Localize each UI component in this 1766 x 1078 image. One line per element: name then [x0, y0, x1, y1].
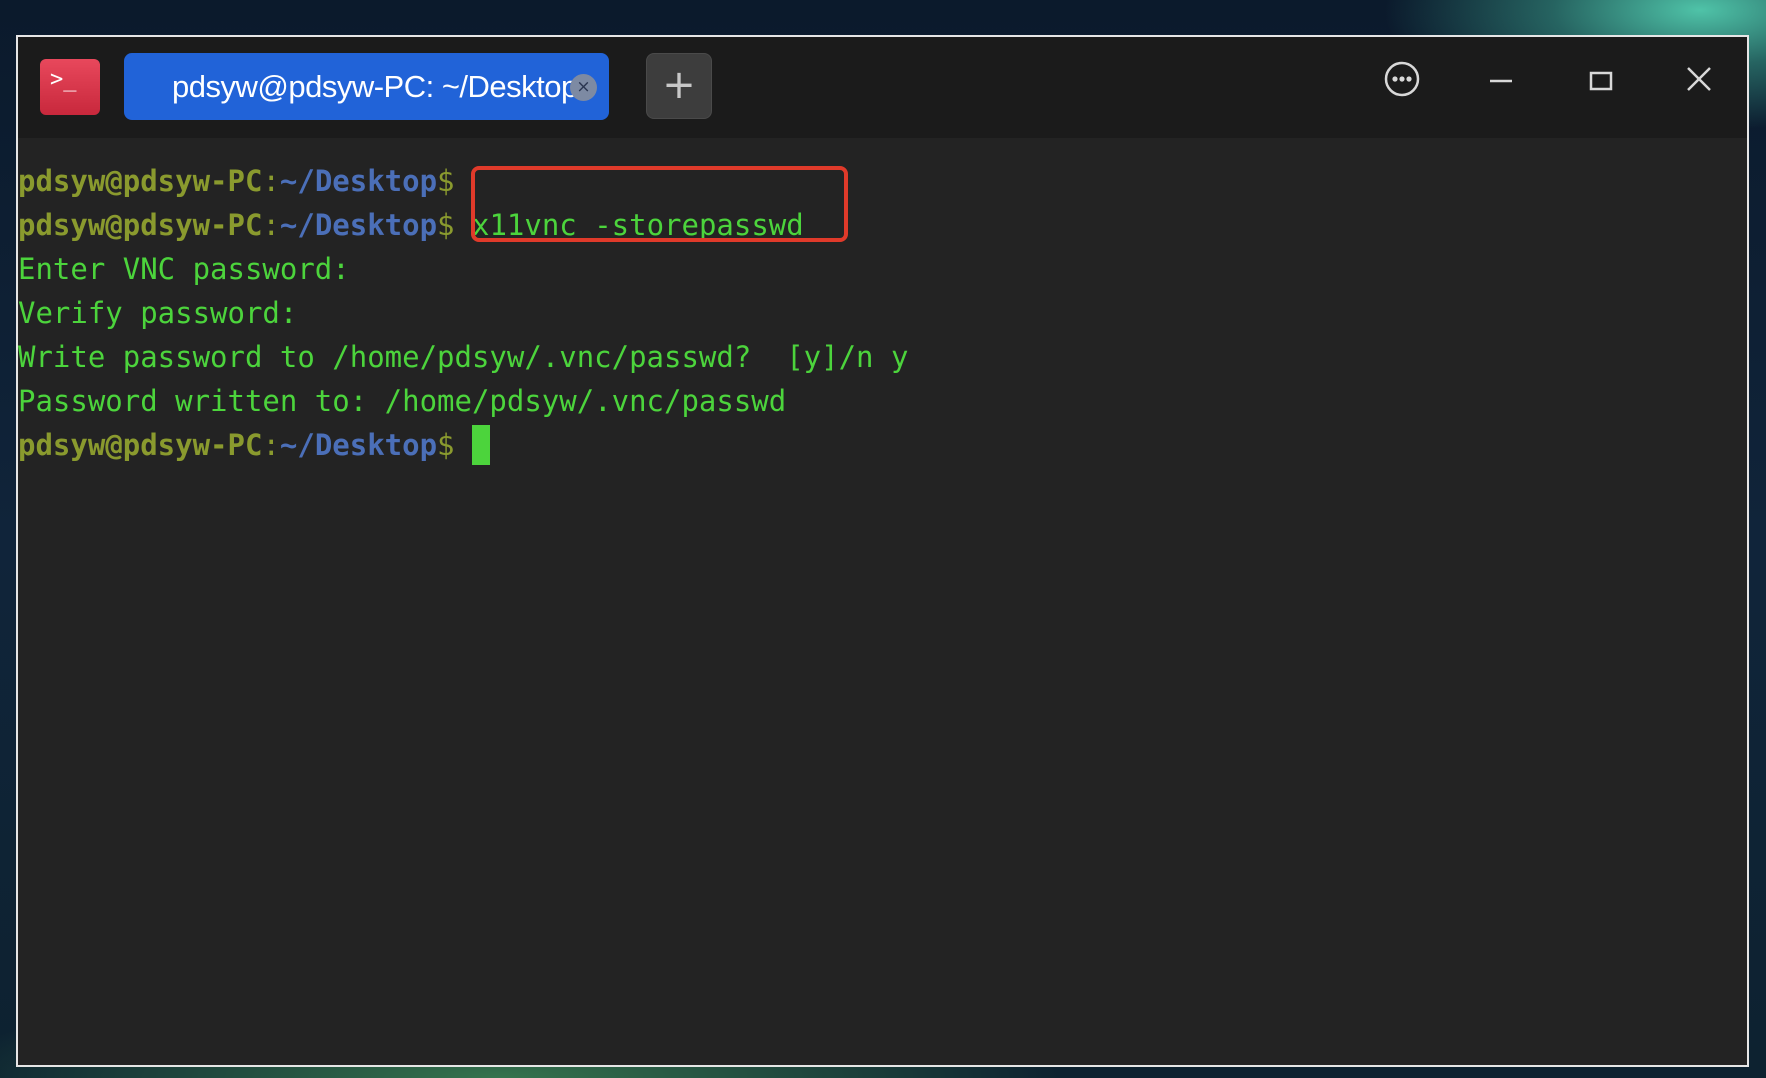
prompt-dollar: $	[437, 208, 455, 242]
output-line: Password written to: /home/pdsyw/.vnc/pa…	[18, 384, 787, 418]
prompt-line: pdsyw@pdsyw-PC:~/Desktop$	[18, 159, 455, 203]
prompt-path: ~/Desktop	[279, 164, 438, 198]
tab-title: pdsyw@pdsyw-PC: ~/Desktop	[172, 69, 578, 104]
terminal-window: >_ pdsyw@pdsyw-PC: ~/Desktop × + pdsyw@p…	[16, 35, 1749, 1067]
maximize-icon[interactable]	[1573, 59, 1629, 115]
prompt-path: ~/Desktop	[279, 428, 438, 462]
prompt-colon: :	[262, 164, 280, 198]
prompt-dollar: $	[437, 428, 455, 462]
title-bar: >_ pdsyw@pdsyw-PC: ~/Desktop × +	[18, 37, 1747, 138]
tab-terminal-desktop[interactable]: pdsyw@pdsyw-PC: ~/Desktop ×	[124, 53, 609, 120]
output-line: Enter VNC password:	[18, 252, 350, 286]
tab-close-icon[interactable]: ×	[570, 74, 597, 101]
prompt-colon: :	[262, 428, 280, 462]
prompt-user-host: pdsyw@pdsyw-PC	[18, 428, 263, 462]
command-highlight-box	[471, 166, 848, 242]
new-tab-button[interactable]: +	[646, 53, 712, 119]
output-line: Write password to /home/pdsyw/.vnc/passw…	[18, 340, 909, 374]
terminal-app-icon[interactable]: >_	[40, 59, 100, 115]
output-line: Verify password:	[18, 296, 298, 330]
prompt-path: ~/Desktop	[279, 208, 438, 242]
prompt-colon: :	[262, 208, 280, 242]
prompt-user-host: pdsyw@pdsyw-PC	[18, 164, 263, 198]
minimize-icon[interactable]	[1473, 59, 1529, 115]
active-prompt-line: pdsyw@pdsyw-PC:~/Desktop$	[18, 423, 490, 467]
terminal-cursor	[471, 425, 490, 465]
terminal-output-area[interactable]: pdsyw@pdsyw-PC:~/Desktop$ pdsyw@pdsyw-PC…	[18, 138, 1747, 1065]
prompt-dollar: $	[437, 164, 455, 198]
more-options-icon[interactable]	[1374, 59, 1430, 115]
close-icon[interactable]	[1671, 59, 1727, 115]
prompt-user-host: pdsyw@pdsyw-PC	[18, 208, 263, 242]
